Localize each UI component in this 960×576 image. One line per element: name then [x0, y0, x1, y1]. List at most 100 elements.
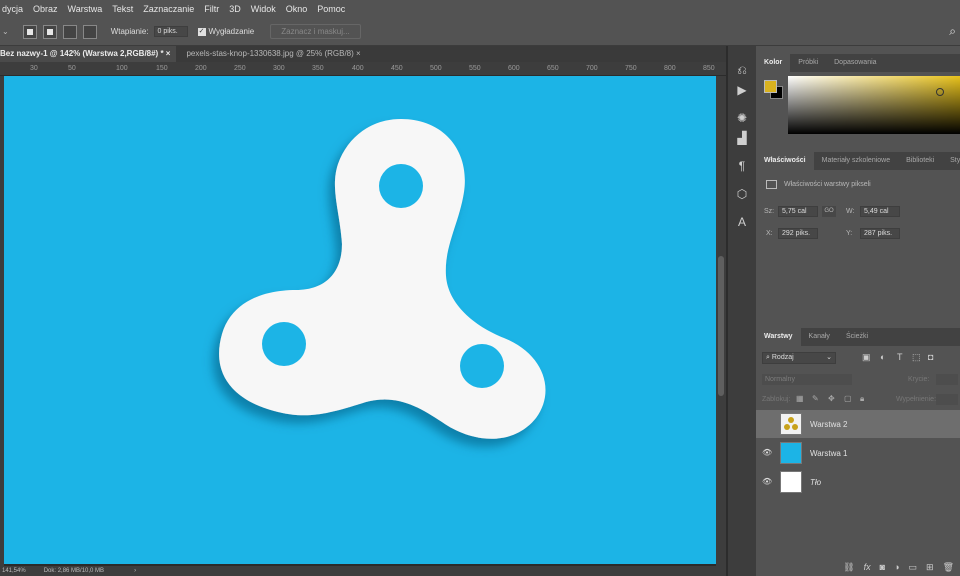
tab-layers[interactable]: Warstwy — [756, 328, 801, 346]
scrollbar-thumb[interactable] — [718, 256, 724, 396]
menu-view[interactable]: Widok — [246, 4, 281, 14]
menu-type[interactable]: Tekst — [107, 4, 138, 14]
status-chevron-icon[interactable]: › — [134, 568, 136, 574]
tab-channels[interactable]: Kanały — [801, 328, 838, 346]
group-folder-icon[interactable]: ▭ — [909, 562, 918, 573]
lock-all-icon[interactable]: 🔒︎ — [860, 394, 864, 404]
tool-preset-chevron-icon[interactable]: ⌄ — [2, 27, 9, 36]
tab-close-icon[interactable]: × — [356, 49, 361, 58]
tab-document-1[interactable]: Bez nazwy-1 @ 142% (Warstwa 2,RGB/8#) * … — [0, 46, 177, 62]
filter-pixel-icon[interactable]: ▣ — [862, 352, 871, 363]
layer-row-warstwa-1[interactable]: 👁︎ Warstwa 1 — [756, 439, 960, 467]
tab-swatches[interactable]: Próbki — [790, 54, 826, 72]
color-picker-cursor-icon — [936, 88, 944, 96]
options-bar: ⌄ Wtapianie: 0 piks. ✓ Wygładzanie Zazna… — [0, 18, 960, 46]
tab-styles[interactable]: Styl — [942, 152, 960, 170]
canvas-image[interactable] — [4, 76, 716, 564]
fill-input[interactable] — [936, 394, 958, 405]
tab-adjustments[interactable]: Dopasowania — [826, 54, 884, 72]
ruler-tick-label: 600 — [508, 65, 520, 72]
menu-filter[interactable]: Filtr — [199, 4, 224, 14]
ruler-tick-label: 450 — [391, 65, 403, 72]
properties-subtitle: Właściwości warstwy pikseli — [784, 181, 871, 188]
select-mask-button[interactable]: Zaznacz i maskuj... — [270, 24, 361, 39]
doc-size: Dok: 2,86 MB/10,0 MB — [43, 568, 105, 574]
blend-mode-select[interactable]: Normalny — [762, 374, 852, 385]
layer-name[interactable]: Warstwa 2 — [810, 420, 848, 429]
link-dimensions-icon[interactable]: GO — [822, 206, 836, 217]
foreground-color-swatch[interactable] — [764, 80, 777, 93]
menu-window[interactable]: Okno — [281, 4, 313, 14]
lock-image-icon[interactable]: ✎ — [812, 394, 819, 403]
ruler-tick-label: 200 — [195, 65, 207, 72]
filter-type-icon[interactable]: T — [897, 352, 903, 362]
ruler-tick-label: 800 — [664, 65, 676, 72]
ruler-tick-label: 250 — [234, 65, 246, 72]
histogram-icon[interactable]: ▟ — [734, 130, 750, 146]
tab-libraries[interactable]: Biblioteki — [898, 152, 942, 170]
layer-filter-select[interactable]: ⌕ Rodzaj ⌄ — [762, 352, 836, 364]
adjustments-icon[interactable]: ✺ — [734, 110, 750, 126]
3d-cube-icon[interactable]: ⬡ — [734, 186, 750, 202]
tab-document-2[interactable]: pexels-stas-knop-1330638.jpg @ 25% (RGB/… — [176, 46, 366, 62]
layers-panel-tabs: Warstwy Kanały Ścieżki — [756, 328, 960, 346]
filter-adjustment-icon[interactable]: ◐ — [880, 352, 885, 362]
lock-transparent-icon[interactable]: ▦ — [796, 394, 804, 403]
tab-close-icon[interactable]: × — [166, 49, 171, 58]
fx-icon[interactable]: fx — [864, 562, 871, 572]
spinner-body — [219, 119, 546, 439]
antialias-checkbox[interactable]: ✓ — [197, 27, 206, 36]
add-to-selection-icon[interactable] — [42, 24, 57, 39]
layer-row-warstwa-2[interactable]: Warstwa 2 — [756, 410, 960, 438]
search-icon[interactable]: ⌕ — [949, 24, 956, 39]
ruler-tick-label: 850 — [703, 65, 715, 72]
tab-label: pexels-stas-knop-1330638.jpg @ 25% (RGB/… — [186, 49, 354, 58]
eye-icon[interactable]: 👁︎ — [762, 448, 772, 458]
new-selection-icon[interactable] — [22, 24, 37, 39]
canvas-area[interactable] — [4, 76, 716, 566]
tab-learn[interactable]: Materiały szkoleniowe — [814, 152, 898, 170]
x-input[interactable]: 292 piks. — [778, 228, 818, 239]
trash-icon[interactable]: 🗑︎ — [943, 562, 954, 573]
play-actions-icon[interactable]: ▶ — [734, 82, 750, 98]
menu-edit[interactable]: dycja — [0, 4, 28, 14]
panel-icon-strip: ⎌ ▶ ✺ ▟ ¶ ⬡ A — [728, 46, 756, 576]
new-layer-icon[interactable]: ⊞ — [926, 562, 934, 573]
right-panels: Kolor Próbki Dopasowania Właściwości Mat… — [756, 46, 960, 576]
tab-color[interactable]: Kolor — [756, 54, 791, 72]
history-icon[interactable]: ⎌ — [734, 62, 750, 78]
width-input[interactable]: 5,75 cal — [778, 206, 818, 217]
subtract-selection-icon[interactable] — [62, 24, 77, 39]
zoom-level[interactable]: 141,54% — [2, 568, 26, 574]
x-label: X: — [766, 230, 773, 237]
paragraph-icon[interactable]: ¶ — [734, 158, 750, 174]
menu-layer[interactable]: Warstwa — [63, 4, 108, 14]
filter-shape-icon[interactable]: ⬚ — [912, 352, 921, 363]
layer-name[interactable]: Tło — [810, 478, 821, 487]
menu-help[interactable]: Pomoc — [312, 4, 350, 14]
add-mask-icon[interactable]: ◙ — [880, 562, 885, 572]
adjustment-layer-icon[interactable]: ◑ — [894, 562, 899, 572]
tab-paths[interactable]: Ścieżki — [838, 328, 876, 346]
intersect-selection-icon[interactable] — [82, 24, 97, 39]
vertical-scrollbar[interactable] — [716, 76, 726, 566]
menu-select[interactable]: Zaznaczanie — [138, 4, 199, 14]
filter-smart-object-icon[interactable]: ◘ — [928, 352, 933, 362]
layer-name[interactable]: Warstwa 1 — [810, 449, 848, 458]
layer-thumbnail — [780, 471, 802, 493]
opacity-input[interactable] — [936, 374, 958, 385]
height-input[interactable]: 5,49 cal — [860, 206, 900, 217]
feather-input[interactable]: 0 piks. — [153, 26, 188, 37]
link-layers-icon[interactable]: ⛓︎ — [843, 562, 854, 573]
lock-artboard-icon[interactable]: ▢ — [844, 394, 852, 403]
layer-row-background[interactable]: 👁︎ Tło — [756, 468, 960, 496]
menu-3d[interactable]: 3D — [224, 4, 246, 14]
menu-image[interactable]: Obraz — [28, 4, 63, 14]
lock-position-icon[interactable]: ✥ — [828, 394, 835, 403]
character-icon[interactable]: A — [734, 214, 750, 230]
eye-icon[interactable]: 👁︎ — [762, 477, 772, 487]
tab-properties[interactable]: Właściwości — [756, 152, 814, 170]
layer-filter-value: Rodzaj — [771, 354, 794, 361]
y-input[interactable]: 287 piks. — [860, 228, 900, 239]
color-picker-field[interactable] — [788, 76, 960, 134]
